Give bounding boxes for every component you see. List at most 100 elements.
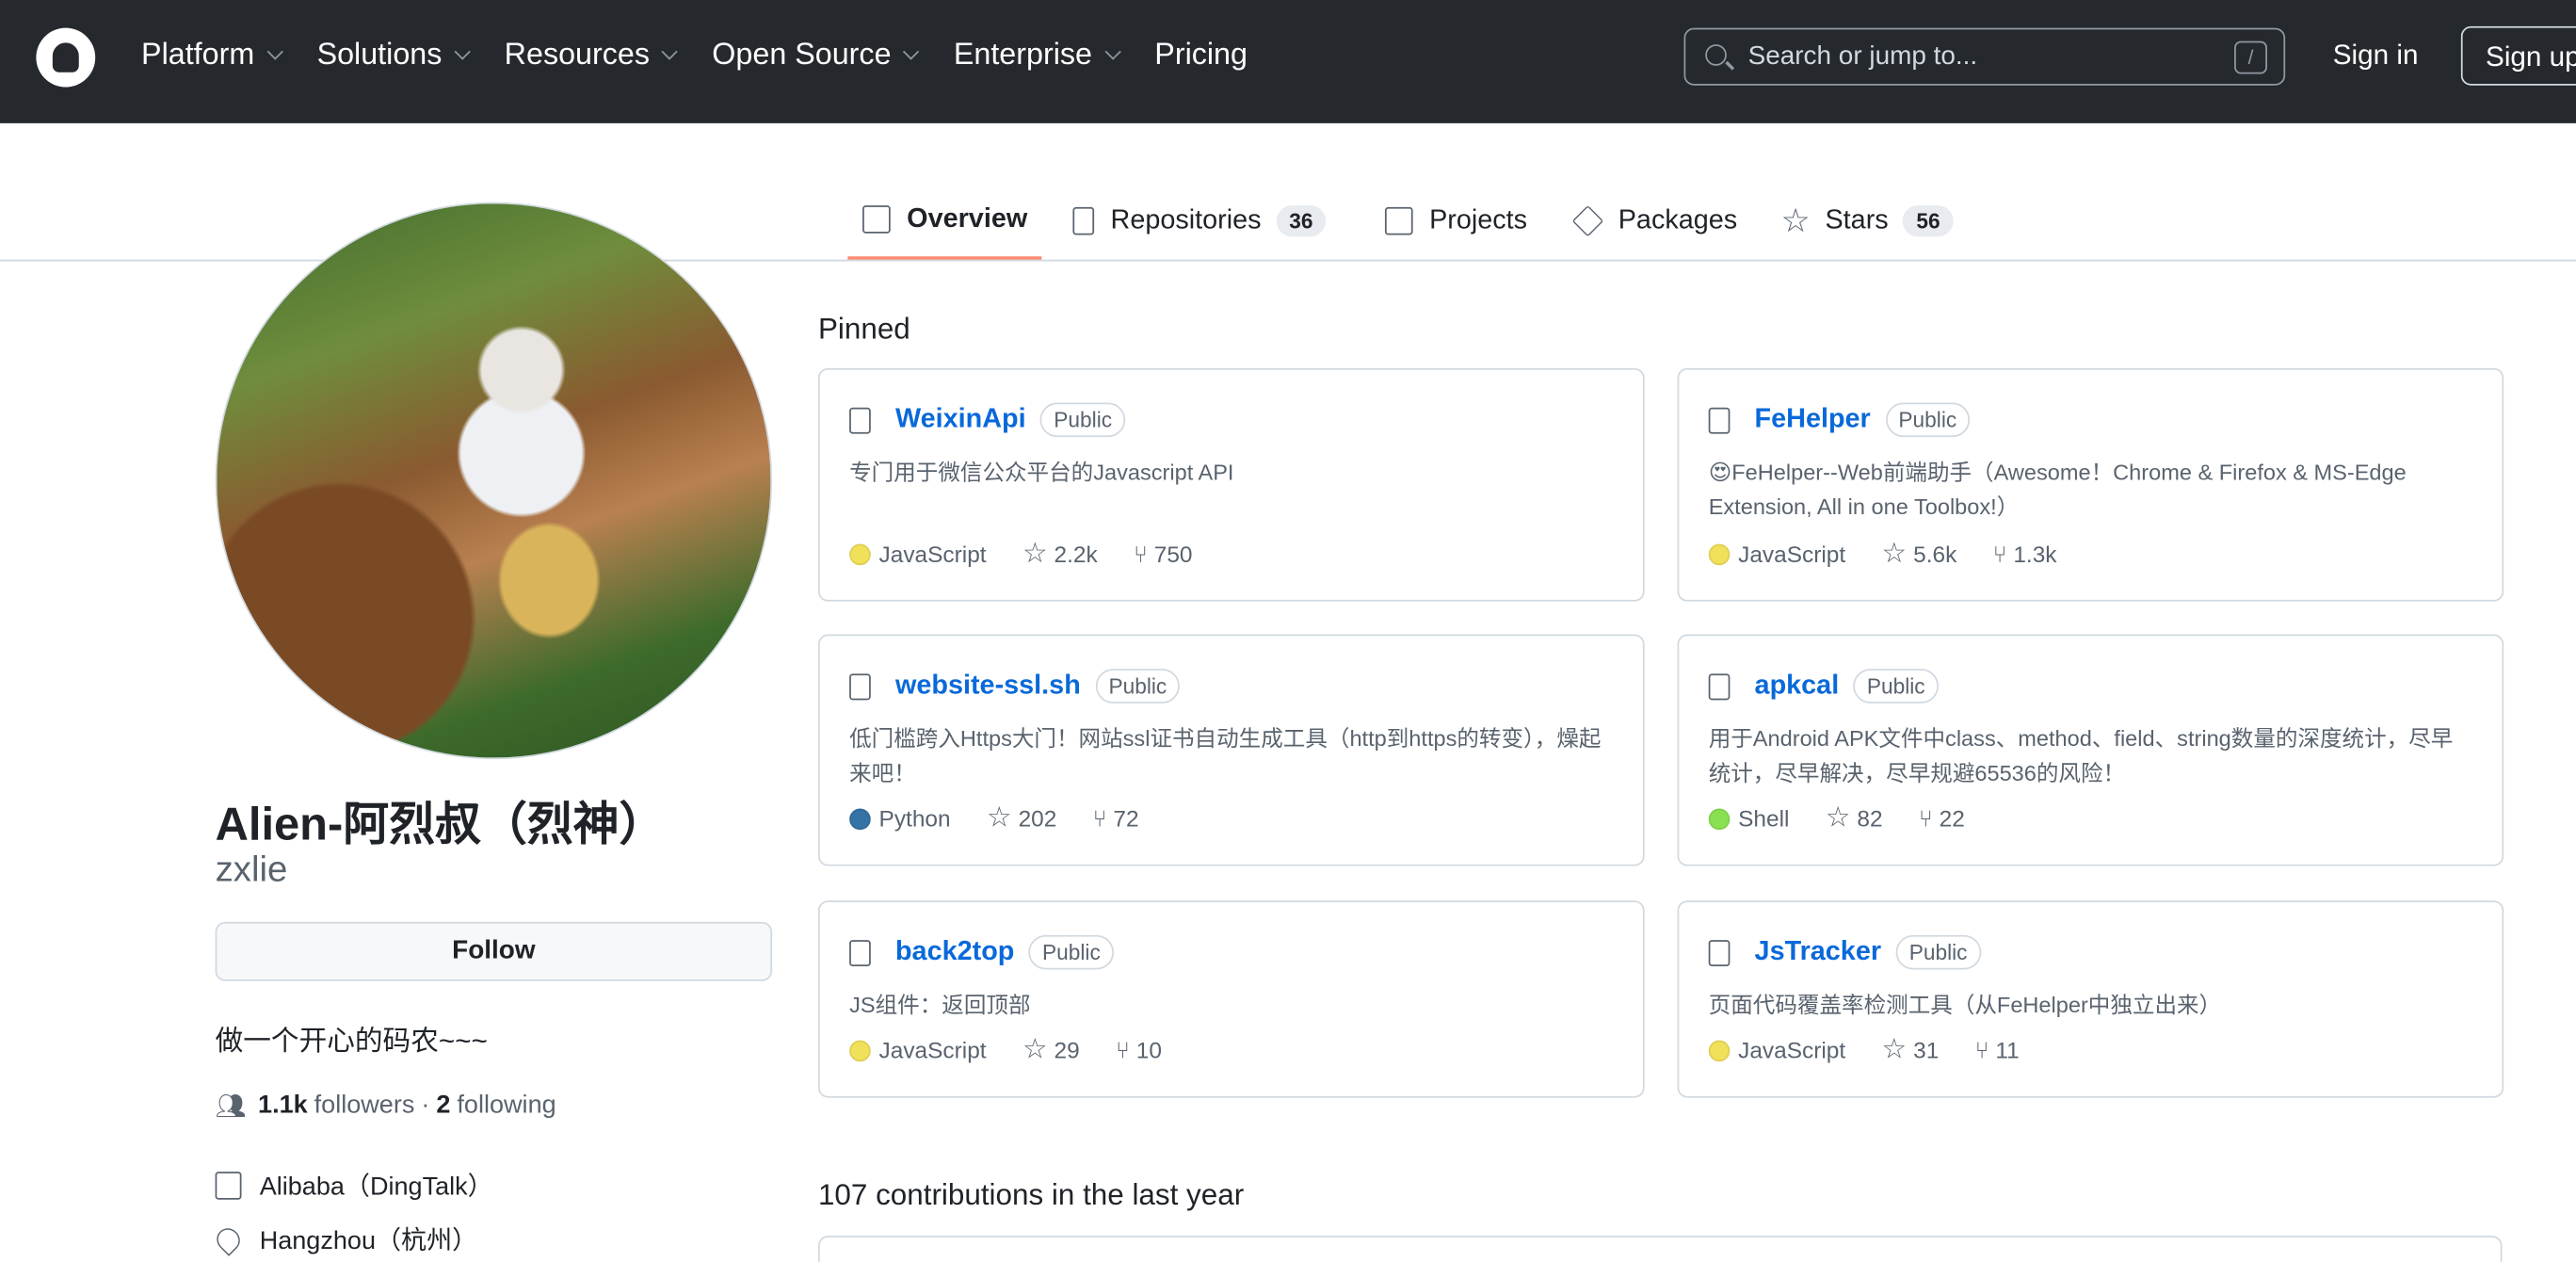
nav-platform[interactable]: Platform xyxy=(141,36,283,72)
repo-icon xyxy=(849,939,871,966)
pinned-repo-card: website-ssl.sh Public 低门槛跨入Https大门！网站ssl证… xyxy=(817,634,1645,866)
sign-in-link[interactable]: Sign in xyxy=(2333,40,2419,73)
package-icon xyxy=(1571,204,1604,236)
forks-link[interactable]: 750 xyxy=(1154,541,1193,567)
fork-icon: ⑂ xyxy=(1116,1037,1130,1063)
repo-description: 😍FeHelper--Web前端助手（Awesome！Chrome & Fire… xyxy=(1708,460,2407,520)
repo-icon xyxy=(849,672,871,700)
tab-label: Stars xyxy=(1825,204,1889,235)
followers-link[interactable]: followers xyxy=(314,1092,415,1121)
fork-icon: ⑂ xyxy=(1134,541,1148,567)
nav-label: Open Source xyxy=(712,36,892,72)
repo-icon xyxy=(849,406,871,433)
language-color-icon xyxy=(849,807,871,830)
visibility-badge: Public xyxy=(1040,402,1126,438)
tab-projects[interactable]: Projects xyxy=(1384,181,1528,260)
stars-link[interactable]: 5.6k xyxy=(1913,541,1956,567)
forks-link[interactable]: 1.3k xyxy=(2013,541,2056,567)
avatar[interactable] xyxy=(215,202,773,760)
nav-solutions[interactable]: Solutions xyxy=(317,36,471,72)
forks-link[interactable]: 72 xyxy=(1113,805,1138,832)
tab-repositories[interactable]: Repositories 36 xyxy=(1072,181,1327,260)
pinned-repo-card: JsTracker Public 页面代码覆盖率检测工具（从FeHelper中独立… xyxy=(1677,900,2504,1098)
visibility-badge: Public xyxy=(1029,934,1114,970)
tab-overview[interactable]: Overview xyxy=(847,181,1042,260)
chevron-down-icon xyxy=(903,42,920,59)
language-color-icon xyxy=(1708,807,1731,830)
nav-pricing[interactable]: Pricing xyxy=(1154,36,1248,72)
language: Python xyxy=(878,805,951,832)
followers-row: 👥︎ 1.1k followers · 2 following xyxy=(216,1092,556,1121)
main-nav: Platform Solutions Resources Open Source… xyxy=(141,36,1283,72)
search-placeholder: Search or jump to... xyxy=(1747,41,1978,71)
repo-description: 低门槛跨入Https大门！网站ssl证书自动生成工具（http到https的转变… xyxy=(849,726,1602,786)
people-icon: 👥︎ xyxy=(215,1092,247,1122)
stars-link[interactable]: 82 xyxy=(1857,805,1882,832)
repo-name-link[interactable]: JsTracker xyxy=(1755,937,1881,968)
fork-icon: ⑂ xyxy=(1918,805,1933,832)
fork-icon: ⑂ xyxy=(1092,805,1107,832)
repo-description: 用于Android APK文件中class、method、field、strin… xyxy=(1708,726,2454,786)
company: Alibaba（DingTalk） xyxy=(259,1173,493,1202)
language: JavaScript xyxy=(878,1037,987,1063)
repo-stats: JavaScript ☆ 2.2k ⑂ 750 xyxy=(849,538,1193,571)
repo-stats: Python ☆ 202 ⑂ 72 xyxy=(849,802,1139,835)
follow-button[interactable]: Follow xyxy=(215,921,773,981)
fork-icon: ⑂ xyxy=(1974,1037,1989,1063)
chevron-down-icon xyxy=(662,42,679,59)
repo-name-link[interactable]: apkcal xyxy=(1755,671,1840,702)
repo-name-link[interactable]: FeHelper xyxy=(1755,404,1871,435)
contributions-heading: 107 contributions in the last year xyxy=(817,1178,1245,1211)
tab-stars[interactable]: ☆ Stars 56 xyxy=(1780,181,1954,260)
forks-link[interactable]: 11 xyxy=(1995,1037,2019,1063)
following-count[interactable]: 2 xyxy=(436,1092,450,1121)
followers-count[interactable]: 1.1k xyxy=(258,1092,308,1121)
github-logo-icon[interactable] xyxy=(36,27,96,88)
sign-up-button[interactable]: Sign up xyxy=(2460,25,2576,86)
tab-label: Repositories xyxy=(1110,204,1262,235)
search-input[interactable]: Search or jump to... / xyxy=(1683,27,2286,86)
nav-label: Resources xyxy=(504,36,650,72)
separator: · xyxy=(421,1091,430,1120)
profile-username: zxlie xyxy=(215,848,288,889)
forks-link[interactable]: 10 xyxy=(1136,1037,1162,1063)
nav-open-source[interactable]: Open Source xyxy=(712,36,920,72)
chevron-down-icon xyxy=(454,42,471,59)
repo-icon xyxy=(1072,205,1095,235)
language-color-icon xyxy=(849,1039,871,1061)
visibility-badge: Public xyxy=(1885,402,1971,438)
tab-label: Projects xyxy=(1429,204,1528,235)
repo-stats: Shell ☆ 82 ⑂ 22 xyxy=(1708,802,1965,835)
language: JavaScript xyxy=(1738,541,1846,567)
repo-name-link[interactable]: website-ssl.sh xyxy=(895,671,1081,702)
stars-link[interactable]: 31 xyxy=(1913,1037,1939,1063)
contribution-graph xyxy=(817,1236,2503,1262)
repo-stats: JavaScript ☆ 5.6k ⑂ 1.3k xyxy=(1708,538,2057,571)
language-color-icon xyxy=(1708,542,1731,565)
repo-title: FeHelper Public xyxy=(1708,402,1971,438)
repo-name-link[interactable]: WeixinApi xyxy=(895,404,1026,435)
chevron-down-icon xyxy=(1104,42,1121,59)
profile-bio: 做一个开心的码农~~~ xyxy=(215,1025,488,1057)
table-icon xyxy=(1384,205,1413,235)
forks-link[interactable]: 22 xyxy=(1940,805,1965,832)
chevron-down-icon xyxy=(266,42,283,59)
following-link[interactable]: following xyxy=(457,1092,555,1121)
repo-name-link[interactable]: back2top xyxy=(895,937,1014,968)
tab-label: Packages xyxy=(1618,204,1738,235)
nav-resources[interactable]: Resources xyxy=(504,36,679,72)
pinned-repo-card: FeHelper Public 😍FeHelper--Web前端助手（Awesom… xyxy=(1677,367,2504,602)
repo-title: JsTracker Public xyxy=(1708,934,1981,970)
repo-stats: JavaScript ☆ 29 ⑂ 10 xyxy=(849,1034,1162,1067)
language: Shell xyxy=(1738,805,1790,832)
pinned-repo-card: WeixinApi Public 专门用于微信公众平台的Javascript AP… xyxy=(817,367,1645,602)
star-icon: ☆ xyxy=(1780,202,1811,239)
stars-link[interactable]: 202 xyxy=(1019,805,1057,832)
repo-description: JS组件：返回顶部 xyxy=(849,992,1031,1018)
tab-label: Overview xyxy=(907,202,1028,233)
stars-link[interactable]: 29 xyxy=(1055,1037,1080,1063)
location-icon xyxy=(212,1222,245,1255)
tab-packages[interactable]: Packages xyxy=(1571,181,1738,260)
nav-enterprise[interactable]: Enterprise xyxy=(954,36,1121,72)
stars-link[interactable]: 2.2k xyxy=(1055,541,1098,567)
